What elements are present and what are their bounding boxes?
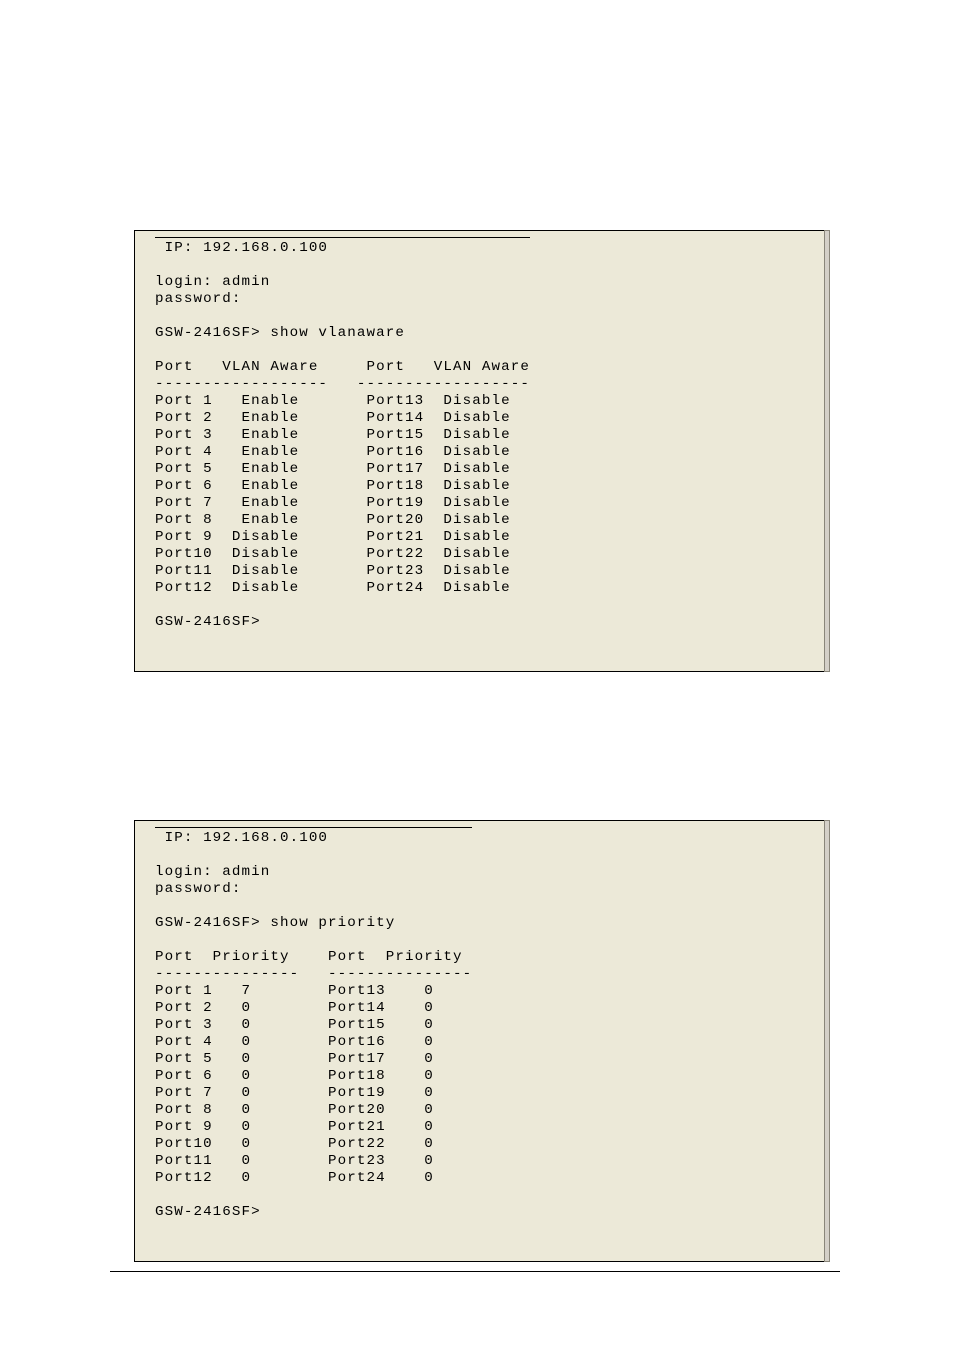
table-row: Port 1 7 Port13 0 <box>155 983 472 1000</box>
table-row: Port 4 Enable Port16 Disable <box>155 444 530 461</box>
table-row: Port 7 Enable Port19 Disable <box>155 495 530 512</box>
command-line: GSW-2416SF> show priority <box>155 915 472 932</box>
ip-line: IP: 192.168.0.100 <box>155 240 530 257</box>
table-header: Port Priority Port Priority <box>155 949 472 966</box>
login-line: login: admin <box>155 274 530 291</box>
terminal-window-priority: IP: 192.168.0.100 login: admin password:… <box>134 820 826 1262</box>
table-row: Port 9 Disable Port21 Disable <box>155 529 530 546</box>
terminal-window-vlanaware: IP: 192.168.0.100 login: admin password:… <box>134 230 826 672</box>
table-row: Port 1 Enable Port13 Disable <box>155 393 530 410</box>
table-row: Port 6 Enable Port18 Disable <box>155 478 530 495</box>
ip-line: IP: 192.168.0.100 <box>155 830 472 847</box>
table-row: Port 9 0 Port21 0 <box>155 1119 472 1136</box>
table-row: Port10 Disable Port22 Disable <box>155 546 530 563</box>
terminal-content: IP: 192.168.0.100 login: admin password:… <box>155 827 472 1221</box>
command-line: GSW-2416SF> show vlanaware <box>155 325 530 342</box>
table-row: Port 4 0 Port16 0 <box>155 1034 472 1051</box>
table-row: Port11 0 Port23 0 <box>155 1153 472 1170</box>
table-row: Port10 0 Port22 0 <box>155 1136 472 1153</box>
table-row: Port 3 0 Port15 0 <box>155 1017 472 1034</box>
prompt-line: GSW-2416SF> <box>155 1204 472 1221</box>
table-header: Port VLAN Aware Port VLAN Aware <box>155 359 530 376</box>
table-row: Port 3 Enable Port15 Disable <box>155 427 530 444</box>
password-line: password: <box>155 291 530 308</box>
table-row: Port11 Disable Port23 Disable <box>155 563 530 580</box>
table-row: Port12 0 Port24 0 <box>155 1170 472 1187</box>
table-row: Port 7 0 Port19 0 <box>155 1085 472 1102</box>
password-line: password: <box>155 881 472 898</box>
prompt-line: GSW-2416SF> <box>155 614 530 631</box>
table-row: Port 5 Enable Port17 Disable <box>155 461 530 478</box>
table-row: Port 2 Enable Port14 Disable <box>155 410 530 427</box>
table-divider: ------------------ ------------------ <box>155 376 530 393</box>
table-row: Port 2 0 Port14 0 <box>155 1000 472 1017</box>
terminal-content: IP: 192.168.0.100 login: admin password:… <box>155 237 530 631</box>
table-divider: --------------- --------------- <box>155 966 472 983</box>
page-footer-rule <box>110 1271 840 1272</box>
table-row: Port 6 0 Port18 0 <box>155 1068 472 1085</box>
login-line: login: admin <box>155 864 472 881</box>
table-row: Port 8 0 Port20 0 <box>155 1102 472 1119</box>
table-row: Port12 Disable Port24 Disable <box>155 580 530 597</box>
table-row: Port 8 Enable Port20 Disable <box>155 512 530 529</box>
table-row: Port 5 0 Port17 0 <box>155 1051 472 1068</box>
